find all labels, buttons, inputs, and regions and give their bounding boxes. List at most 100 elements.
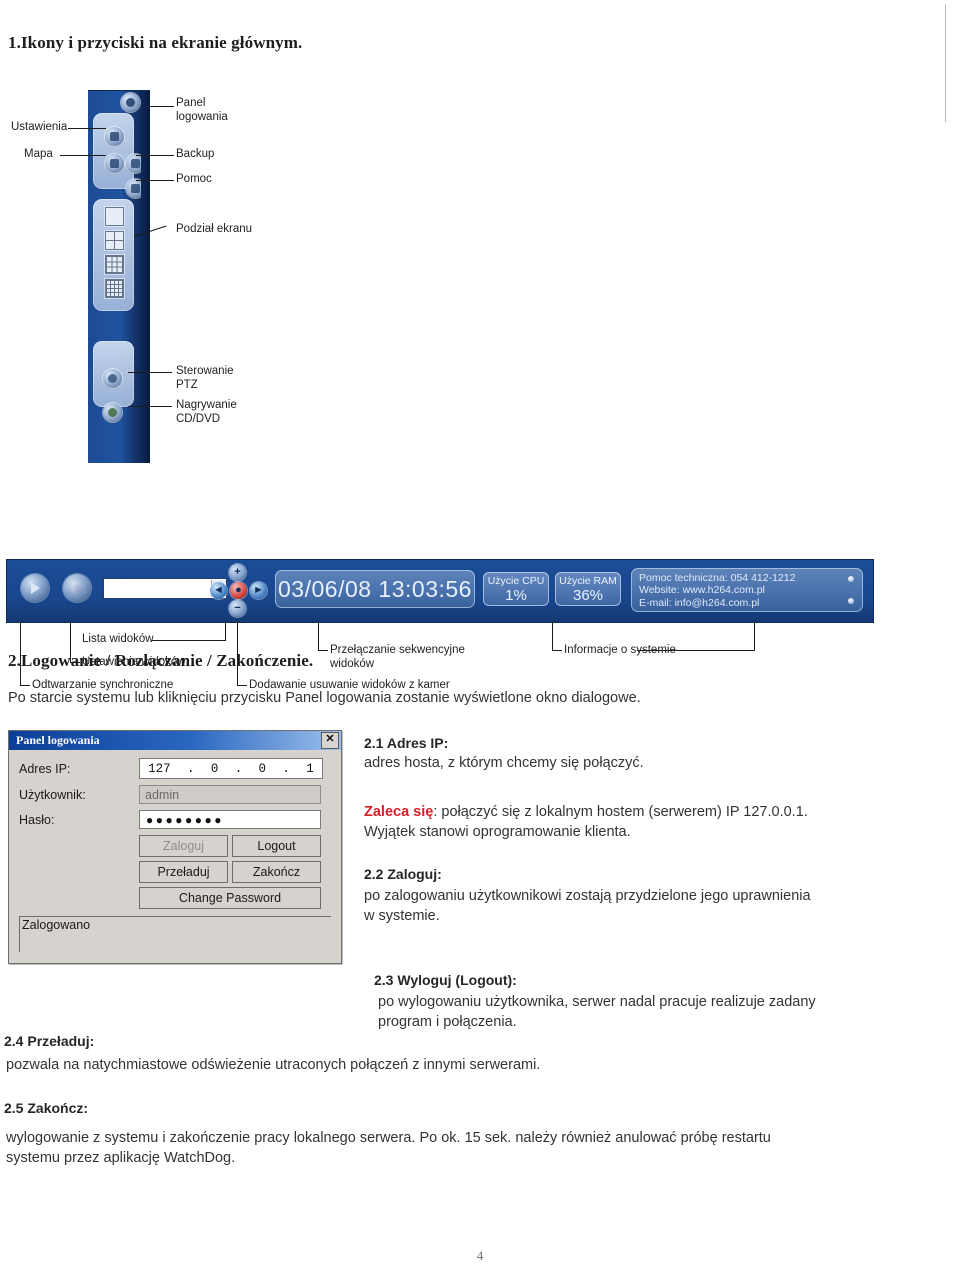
ram-usage-label: Użycie RAM <box>559 575 617 587</box>
password-row: Hasło: ●●●●●●●● <box>19 810 331 829</box>
logout-button[interactable]: Logout <box>232 835 321 857</box>
item-2-4-body: pozwala na natychmiastowe odświeżenie ut… <box>6 1057 541 1073</box>
ptz-control-icon[interactable] <box>103 369 122 388</box>
callout-nagrywanie-cd-dvd: Nagrywanie CD/DVD <box>176 399 237 425</box>
help-icon[interactable] <box>126 179 145 198</box>
change-password-button[interactable]: Change Password <box>139 887 321 909</box>
app-sidebar <box>88 90 150 463</box>
clock-text: 03/06/08 13:03:56 <box>278 575 472 602</box>
item-2-2-heading: 2.2 Zaloguj: <box>364 866 442 882</box>
quit-button[interactable]: Zakończ <box>232 861 321 883</box>
callout-sterowanie-ptz: Sterowanie PTZ <box>176 365 234 391</box>
settings-icon[interactable] <box>105 127 124 146</box>
support-website-line: Website: www.h264.com.pl <box>639 584 765 597</box>
page-edge-artifact <box>945 4 946 122</box>
item-2-3-body-line1: po wylogowaniu użytkownika, serwer nadal… <box>378 994 816 1010</box>
support-email-line: E-mail: info@h264.com.pl <box>639 596 760 609</box>
item-2-4-heading: 2.4 Przeładuj: <box>4 1033 95 1049</box>
section-2-intro: Po starcie systemu lub kliknięciu przyci… <box>8 690 641 706</box>
cpu-usage-label: Użycie CPU <box>487 575 545 587</box>
indicator-dot-icon <box>848 598 854 604</box>
login-button[interactable]: Zaloguj <box>139 835 228 857</box>
zaleca-sie-emphasis: Zaleca się <box>364 804 434 820</box>
leader-line <box>318 650 328 651</box>
callout-podzial-ekranu: Podział ekranu <box>176 223 253 235</box>
callout-mapa: Mapa <box>24 148 53 160</box>
section-2-heading: 2.Logowanie / Rozłączanie / Zakończenie. <box>8 651 314 670</box>
item-2-3-heading: 2.3 Wyloguj (Logout): <box>374 972 517 988</box>
app-status-bar: ▼ + − ◄ ● ► 03/06/08 13:03:56 Użycie CPU… <box>6 559 874 623</box>
item-2-5-body-line1: wylogowanie z systemu i zakończenie prac… <box>6 1130 771 1146</box>
remove-view-button[interactable]: − <box>229 600 246 617</box>
callout-informacje-o-systemie: Informacje o systemie <box>564 644 676 656</box>
previous-view-button[interactable]: ◄ <box>210 582 227 599</box>
add-view-button[interactable]: + <box>229 564 246 581</box>
ram-usage-value: 36% <box>572 587 604 604</box>
callout-lista-widokow: Lista widoków <box>82 633 154 645</box>
item-2-1-body: adres hosta, z którym chcemy się połączy… <box>364 755 644 771</box>
username-input[interactable]: admin <box>139 785 321 804</box>
ip-octet-4: 1 <box>306 761 314 776</box>
split-screen-16-icon[interactable] <box>105 279 124 298</box>
leader-line <box>152 640 226 641</box>
ram-usage-gauge: Użycie RAM 36% <box>555 572 621 606</box>
ip-octet-3: 0 <box>258 761 267 776</box>
item-2-5-heading: 2.5 Zakończ: <box>4 1100 89 1116</box>
page-number: 4 <box>476 1248 484 1263</box>
sidebar-pod-split <box>93 199 134 311</box>
indicator-dot-icon <box>848 576 854 582</box>
ip-address-input[interactable]: 127 . 0 . 0 . 1 <box>139 758 323 779</box>
leader-line <box>552 621 553 651</box>
views-list-combobox[interactable]: ▼ <box>103 578 227 599</box>
cpu-usage-value: 1% <box>505 587 527 604</box>
item-2-2-body-line2: w systemie. <box>364 908 440 924</box>
leader-line <box>68 128 106 129</box>
dialog-button-grid: Zaloguj Logout Przeładuj Zakończ Change … <box>139 835 321 909</box>
callout-backup: Backup <box>176 148 215 160</box>
callout-panel-logowania: Panel logowania <box>176 97 228 123</box>
split-screen-4-icon[interactable] <box>105 231 124 250</box>
dialog-title: Panel logowania <box>16 733 100 747</box>
leader-line <box>318 621 319 651</box>
leader-line <box>136 180 174 181</box>
next-view-button[interactable]: ► <box>250 582 267 599</box>
username-label: Użytkownik: <box>19 787 86 802</box>
ip-dot-3: . <box>282 761 290 776</box>
ip-octet-2: 0 <box>210 761 219 776</box>
login-panel-dialog[interactable]: Panel logowania ✕ Adres IP: 127 . 0 . 0 … <box>8 730 342 964</box>
system-info-panel: Pomoc techniczna: 054 412-1212 Website: … <box>631 568 863 612</box>
leader-line <box>136 155 174 156</box>
map-icon[interactable] <box>105 154 124 173</box>
item-2-1-note-line2: Wyjątek stanowi oprogramowanie klienta. <box>364 824 631 840</box>
item-2-1-note: Zaleca się: połączyć się z lokalnym host… <box>364 802 924 822</box>
ip-dot-1: . <box>187 761 195 776</box>
clock-panel: 03/06/08 13:03:56 <box>275 570 475 608</box>
leader-line <box>60 155 106 156</box>
callout-pomoc: Pomoc <box>176 173 212 185</box>
cd-dvd-record-icon[interactable] <box>103 403 122 422</box>
close-icon[interactable]: ✕ <box>321 732 339 749</box>
split-screen-1-icon[interactable] <box>105 207 124 226</box>
zaleca-sie-rest: : połączyć się z lokalnym hostem (serwer… <box>433 804 808 820</box>
callout-ustawienia: Ustawienia <box>11 121 68 133</box>
password-input[interactable]: ●●●●●●●● <box>139 810 321 829</box>
ip-octet-1: 127 <box>148 761 171 776</box>
sequence-stop-button[interactable]: ● <box>230 582 247 599</box>
ip-dot-2: . <box>234 761 243 776</box>
sync-playback-button[interactable] <box>21 574 49 602</box>
backup-icon[interactable] <box>126 154 145 173</box>
support-phone-line: Pomoc techniczna: 054 412-1212 <box>639 572 796 584</box>
split-screen-9-icon[interactable] <box>105 255 124 274</box>
item-2-5-body-line2: systemu przez aplikację WatchDog. <box>6 1150 236 1166</box>
username-row: Użytkownik: admin <box>19 785 331 804</box>
view-settings-button[interactable] <box>63 574 91 602</box>
leader-line <box>552 650 562 651</box>
item-2-3-body-line2: program i połączenia. <box>378 1014 517 1030</box>
sidebar-pod-top <box>93 113 134 189</box>
ip-address-label: Adres IP: <box>19 761 71 776</box>
dialog-titlebar: Panel logowania ✕ <box>9 731 341 750</box>
section-1-heading: 1.Ikony i przyciski na ekranie głównym. <box>8 33 303 52</box>
figure-main-screen-icons: Panel logowania Ustawienia Mapa Backup P… <box>0 84 930 691</box>
reload-button[interactable]: Przeładuj <box>139 861 228 883</box>
login-panel-icon[interactable] <box>121 93 140 112</box>
